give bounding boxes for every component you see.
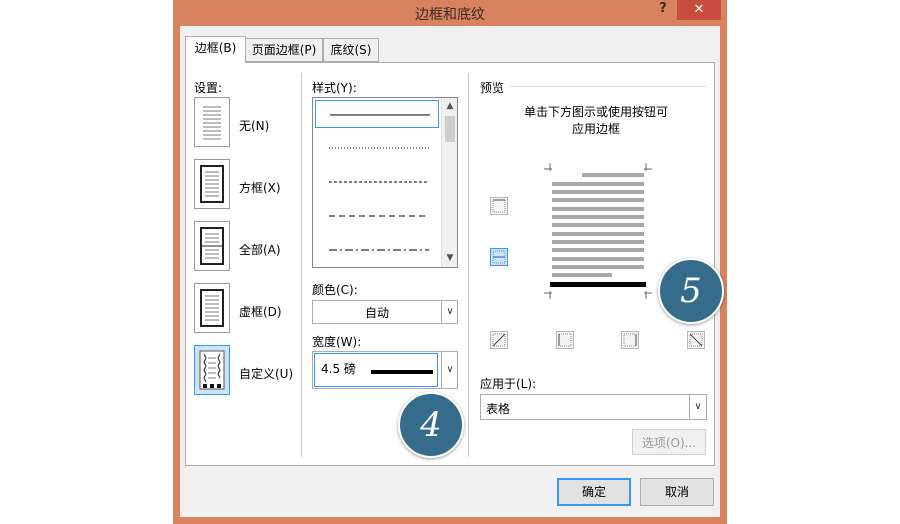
cancel-button[interactable]: 取消 [640,478,714,506]
apply-to-dropdown[interactable]: 表格 ∨ [480,394,707,420]
setting-all-preview [200,227,224,265]
setting-custom-label[interactable]: 自定义(U) [239,365,293,382]
scroll-down-arrow-icon[interactable]: ▼ [442,250,458,266]
help-button[interactable]: ? [655,0,671,18]
preview-label: 预览 [480,81,505,95]
setting-box-icon[interactable] [194,159,230,209]
left-border-button[interactable] [556,331,574,349]
step-5-badge: 5 [658,258,724,324]
apply-to-label: 应用于(L): [480,377,537,391]
step-4-badge: 4 [398,392,464,458]
setting-box-label[interactable]: 方框(X) [239,179,281,196]
top-border-icon [492,199,506,213]
setting-grid-preview [200,289,224,327]
chevron-down-icon[interactable]: ∨ [441,301,458,323]
inside-horizontal-border-icon [492,250,506,264]
top-border-button[interactable] [490,197,508,215]
close-button[interactable]: ✕ [677,0,721,20]
setting-none-preview [203,106,221,140]
chevron-down-icon[interactable]: ∨ [689,395,706,419]
setting-none-label[interactable]: 无(N) [239,117,269,134]
setting-grid-icon[interactable] [194,283,230,333]
setting-all-label[interactable]: 全部(A) [239,241,281,258]
inside-horizontal-border-button[interactable] [490,248,508,266]
settings-label: 设置: [194,81,223,95]
ok-button[interactable]: 确定 [557,478,631,506]
preview-separator [510,86,706,87]
title-bar[interactable]: 边框和底纹 ? ✕ [173,0,727,26]
dash-line-icon[interactable] [315,204,439,228]
window-title: 边框和底纹 [415,7,485,23]
tab-borders[interactable]: 边框(B) [185,36,246,63]
left-border-icon [558,333,572,347]
preview-bottom-border [550,282,646,287]
setting-grid-label[interactable]: 虚框(D) [239,303,282,320]
style-label: 样式(Y): [312,81,357,95]
diagonal-up-border-icon [492,333,506,347]
fine-dash-line-icon[interactable] [315,170,439,194]
border-preview-area[interactable] [544,163,652,299]
width-value: 4.5 磅 [321,362,356,376]
width-label: 宽度(W): [312,335,362,349]
scroll-up-arrow-icon[interactable]: ▲ [442,98,458,114]
style-option-solid-selected[interactable] [315,100,439,128]
preview-divider [468,73,469,457]
tab-shading[interactable]: 底纹(S) [323,38,379,62]
solid-line-icon [330,114,430,116]
diagonal-down-border-icon [689,333,703,347]
tab-page-border[interactable]: 页面边框(P) [245,38,323,62]
chevron-down-icon[interactable]: ∨ [441,352,458,388]
setting-none-icon[interactable] [194,97,230,147]
dotted-line-icon[interactable] [315,136,439,160]
preview-hint-line1: 单击下方图示或使用按钮可 [523,105,668,119]
preview-hint-line2: 应用边框 [571,122,620,136]
settings-divider [301,73,302,457]
scroll-thumb[interactable] [445,116,455,142]
setting-custom-preview [199,350,225,390]
color-label: 颜色(C): [312,283,358,297]
color-value: 自动 [364,306,389,320]
thick-line-icon [371,370,433,374]
style-scrollbar[interactable]: ▲ ▼ [441,98,457,267]
style-listbox[interactable]: ▲ ▼ [312,97,458,268]
color-dropdown[interactable]: 自动 ∨ [312,300,458,324]
diagonal-down-border-button[interactable] [687,331,705,349]
diagonal-up-border-button[interactable] [490,331,508,349]
setting-all-icon[interactable] [194,221,230,271]
setting-box-preview [200,165,224,203]
width-dropdown[interactable]: 4.5 磅 ∨ [312,351,458,389]
apply-to-value: 表格 [486,402,511,416]
setting-custom-icon[interactable] [194,345,230,395]
right-border-icon [623,333,637,347]
dash-dot-line-icon[interactable] [315,238,439,262]
options-button[interactable]: 选项(O)... [632,429,706,455]
preview-text-lines [552,173,644,277]
right-border-button[interactable] [621,331,639,349]
